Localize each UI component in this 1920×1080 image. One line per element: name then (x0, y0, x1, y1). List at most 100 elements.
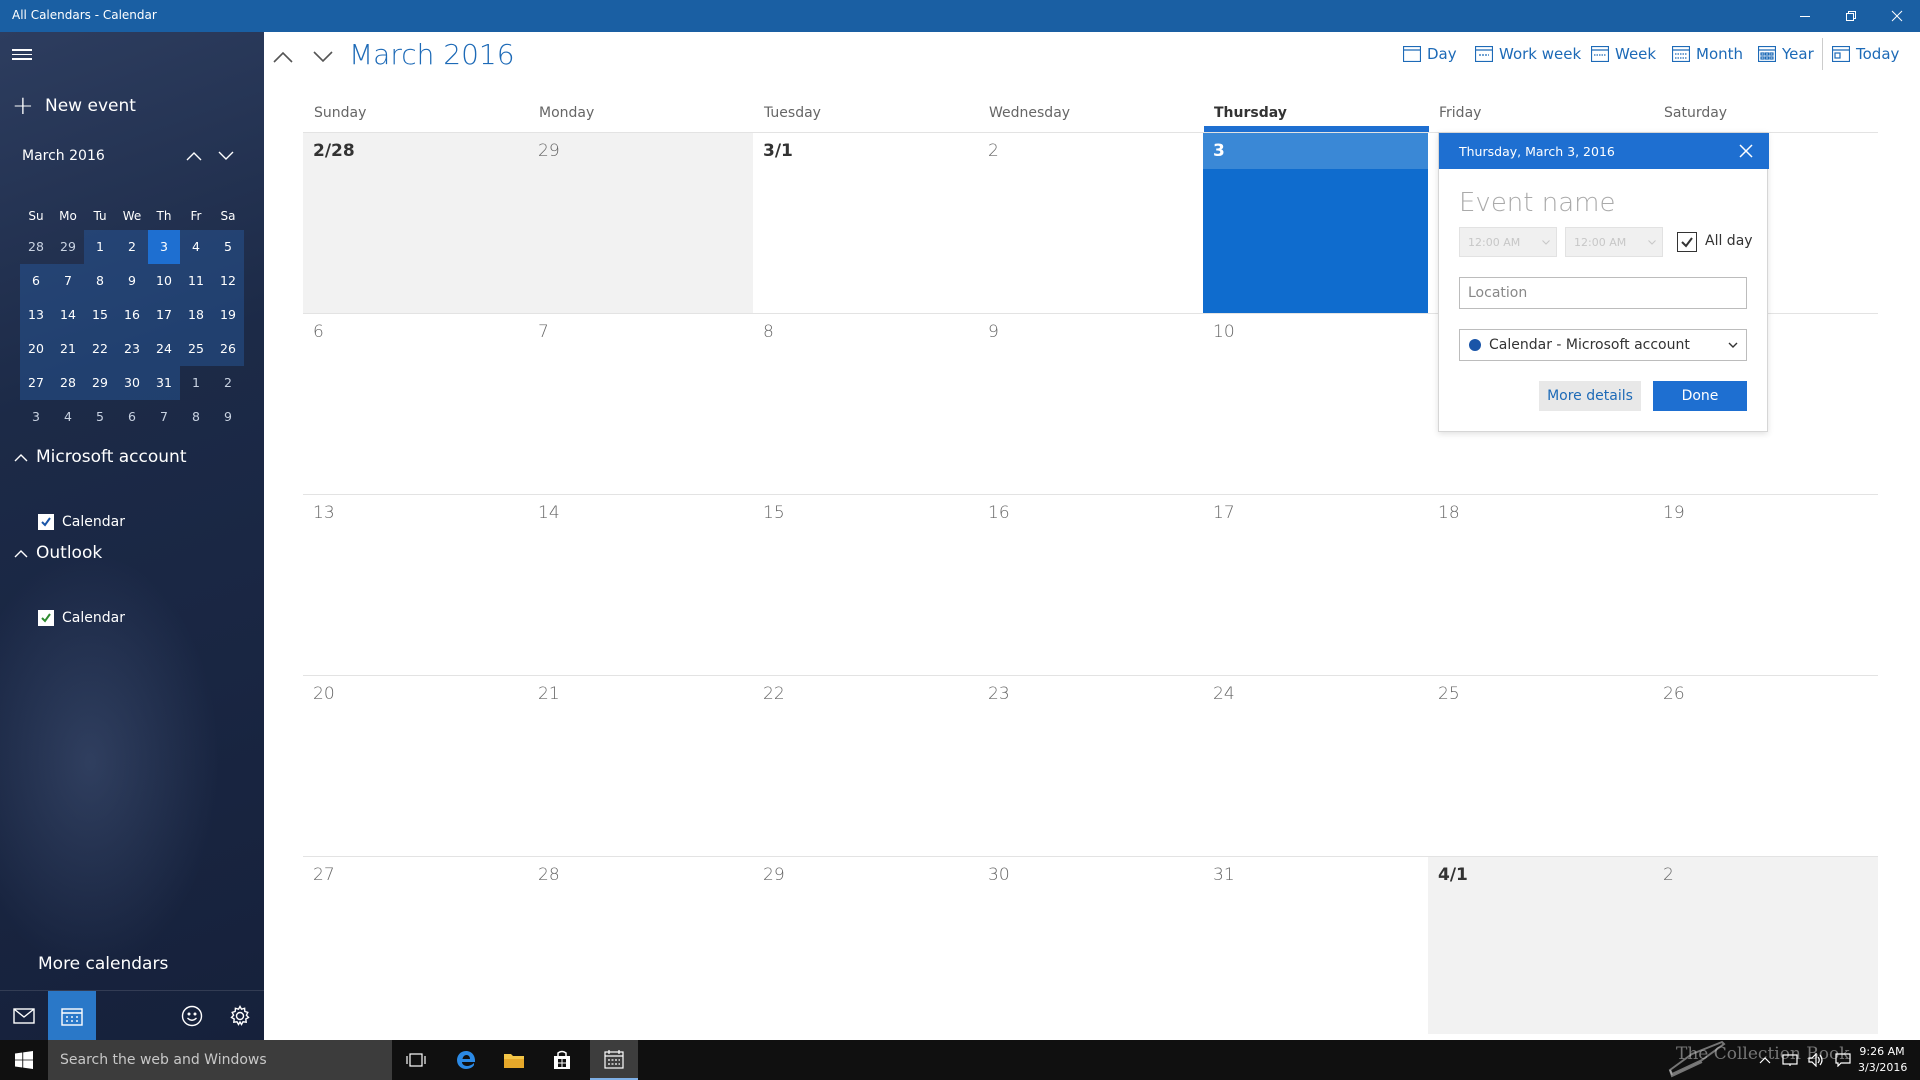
done-button[interactable]: Done (1653, 381, 1747, 411)
minimize-button[interactable] (1782, 0, 1828, 32)
view-week-button[interactable]: Week (1591, 42, 1656, 66)
day-cell[interactable]: 4/1 (1428, 856, 1653, 1034)
mail-button[interactable] (0, 991, 48, 1040)
day-cell[interactable]: 2 (978, 132, 1203, 313)
day-cell[interactable]: 28 (528, 856, 753, 1034)
mini-calendar-day[interactable]: 7 (148, 400, 180, 434)
new-event-button[interactable]: + New event (12, 90, 136, 122)
location-input[interactable] (1459, 277, 1747, 309)
popup-close-button[interactable] (1737, 142, 1755, 160)
day-cell[interactable]: 6 (303, 313, 528, 494)
mini-calendar-day[interactable]: 9 (116, 264, 148, 298)
end-time-select[interactable]: 12:00 AM (1565, 227, 1663, 257)
task-view-button[interactable] (392, 1040, 440, 1080)
mini-calendar-day[interactable]: 28 (20, 230, 52, 264)
mini-calendar-day[interactable]: 18 (180, 298, 212, 332)
mini-calendar-day[interactable]: 27 (20, 366, 52, 400)
day-cell[interactable]: 10 (1203, 313, 1428, 494)
day-cell[interactable]: 2 (1653, 856, 1878, 1034)
mini-calendar-day[interactable]: 14 (52, 298, 84, 332)
mini-calendar-day[interactable]: 5 (212, 230, 244, 264)
volume-icon[interactable] (1808, 1053, 1824, 1067)
mini-calendar-day[interactable]: 3 (148, 230, 180, 264)
today-button[interactable]: Today (1832, 42, 1899, 66)
day-cell[interactable]: 29 (753, 856, 978, 1034)
account-microsoft-toggle[interactable]: Microsoft account (14, 442, 187, 472)
mini-calendar-day[interactable]: 19 (212, 298, 244, 332)
more-calendars-link[interactable]: More calendars (38, 954, 168, 974)
mini-calendar-day[interactable]: 30 (116, 366, 148, 400)
event-name-input[interactable] (1459, 185, 1749, 221)
mini-calendar-day[interactable]: 21 (52, 332, 84, 366)
settings-button[interactable] (216, 991, 264, 1040)
calendar-select[interactable]: Calendar - Microsoft account (1459, 329, 1747, 361)
mini-calendar-day[interactable]: 11 (180, 264, 212, 298)
day-cell[interactable]: 31 (1203, 856, 1428, 1034)
day-cell[interactable]: 9 (978, 313, 1203, 494)
mini-calendar-day[interactable]: 13 (20, 298, 52, 332)
restore-button[interactable] (1828, 0, 1874, 32)
calendar-taskbar-button[interactable] (590, 1040, 638, 1080)
day-cell[interactable]: 27 (303, 856, 528, 1034)
network-icon[interactable] (1782, 1053, 1798, 1067)
mini-calendar-day[interactable]: 28 (52, 366, 84, 400)
close-window-button[interactable] (1874, 0, 1920, 32)
hamburger-menu-button[interactable] (12, 46, 36, 70)
mini-calendar-day[interactable]: 29 (84, 366, 116, 400)
day-cell[interactable]: 13 (303, 494, 528, 675)
mini-calendar-day[interactable]: 4 (52, 400, 84, 434)
mini-calendar-day[interactable]: 10 (148, 264, 180, 298)
action-center-icon[interactable] (1835, 1053, 1851, 1067)
taskbar-clock[interactable]: 9:26 AM 3/3/2016 (1858, 1044, 1907, 1076)
day-cell[interactable]: 15 (753, 494, 978, 675)
day-cell[interactable]: 25 (1428, 675, 1653, 856)
mini-calendar-day[interactable]: 1 (84, 230, 116, 264)
mini-calendar-day[interactable]: 4 (180, 230, 212, 264)
day-cell[interactable]: 16 (978, 494, 1203, 675)
file-explorer-button[interactable] (490, 1040, 538, 1080)
mini-calendar-day[interactable]: 24 (148, 332, 180, 366)
edge-browser-button[interactable] (442, 1040, 490, 1080)
mini-calendar-day[interactable]: 2 (212, 366, 244, 400)
mini-calendar-day[interactable]: 15 (84, 298, 116, 332)
start-button[interactable] (0, 1040, 48, 1080)
day-cell[interactable]: 2/28 (303, 132, 528, 313)
taskbar-search[interactable] (48, 1040, 392, 1080)
day-cell-today[interactable]: 3 (1203, 132, 1428, 313)
calendar-app-button[interactable] (48, 991, 96, 1040)
mini-calendar-prev-button[interactable] (182, 144, 206, 168)
day-cell[interactable]: 24 (1203, 675, 1428, 856)
chevron-up-icon[interactable] (1759, 1056, 1771, 1064)
all-day-checkbox[interactable] (1677, 232, 1697, 252)
view-year-button[interactable]: Year (1758, 42, 1814, 66)
start-time-select[interactable]: 12:00 AM (1459, 227, 1557, 257)
day-cell[interactable]: 3/1 (753, 132, 978, 313)
mini-calendar-day[interactable]: 29 (52, 230, 84, 264)
mini-calendar-day[interactable]: 16 (116, 298, 148, 332)
view-day-button[interactable]: Day (1403, 42, 1457, 66)
next-month-button[interactable] (308, 42, 338, 72)
mini-calendar-day[interactable]: 6 (20, 264, 52, 298)
checkbox[interactable] (38, 610, 54, 626)
mini-calendar-day[interactable]: 12 (212, 264, 244, 298)
day-cell[interactable]: 20 (303, 675, 528, 856)
mini-calendar-day[interactable]: 6 (116, 400, 148, 434)
day-cell[interactable]: 26 (1653, 675, 1878, 856)
feedback-button[interactable] (168, 991, 216, 1040)
mini-calendar-day[interactable]: 8 (84, 264, 116, 298)
mini-calendar-day[interactable]: 20 (20, 332, 52, 366)
mini-calendar-day[interactable]: 2 (116, 230, 148, 264)
day-cell[interactable]: 18 (1428, 494, 1653, 675)
view-month-button[interactable]: Month (1672, 42, 1743, 66)
day-cell[interactable]: 7 (528, 313, 753, 494)
mini-calendar-day[interactable]: 26 (212, 332, 244, 366)
day-cell[interactable]: 8 (753, 313, 978, 494)
store-button[interactable] (538, 1040, 586, 1080)
mini-calendar-day[interactable]: 25 (180, 332, 212, 366)
day-cell[interactable]: 29 (528, 132, 753, 313)
day-cell[interactable]: 19 (1653, 494, 1878, 675)
mini-calendar-day[interactable]: 31 (148, 366, 180, 400)
mini-calendar-day[interactable]: 17 (148, 298, 180, 332)
mini-calendar-day[interactable]: 5 (84, 400, 116, 434)
day-cell[interactable]: 23 (978, 675, 1203, 856)
